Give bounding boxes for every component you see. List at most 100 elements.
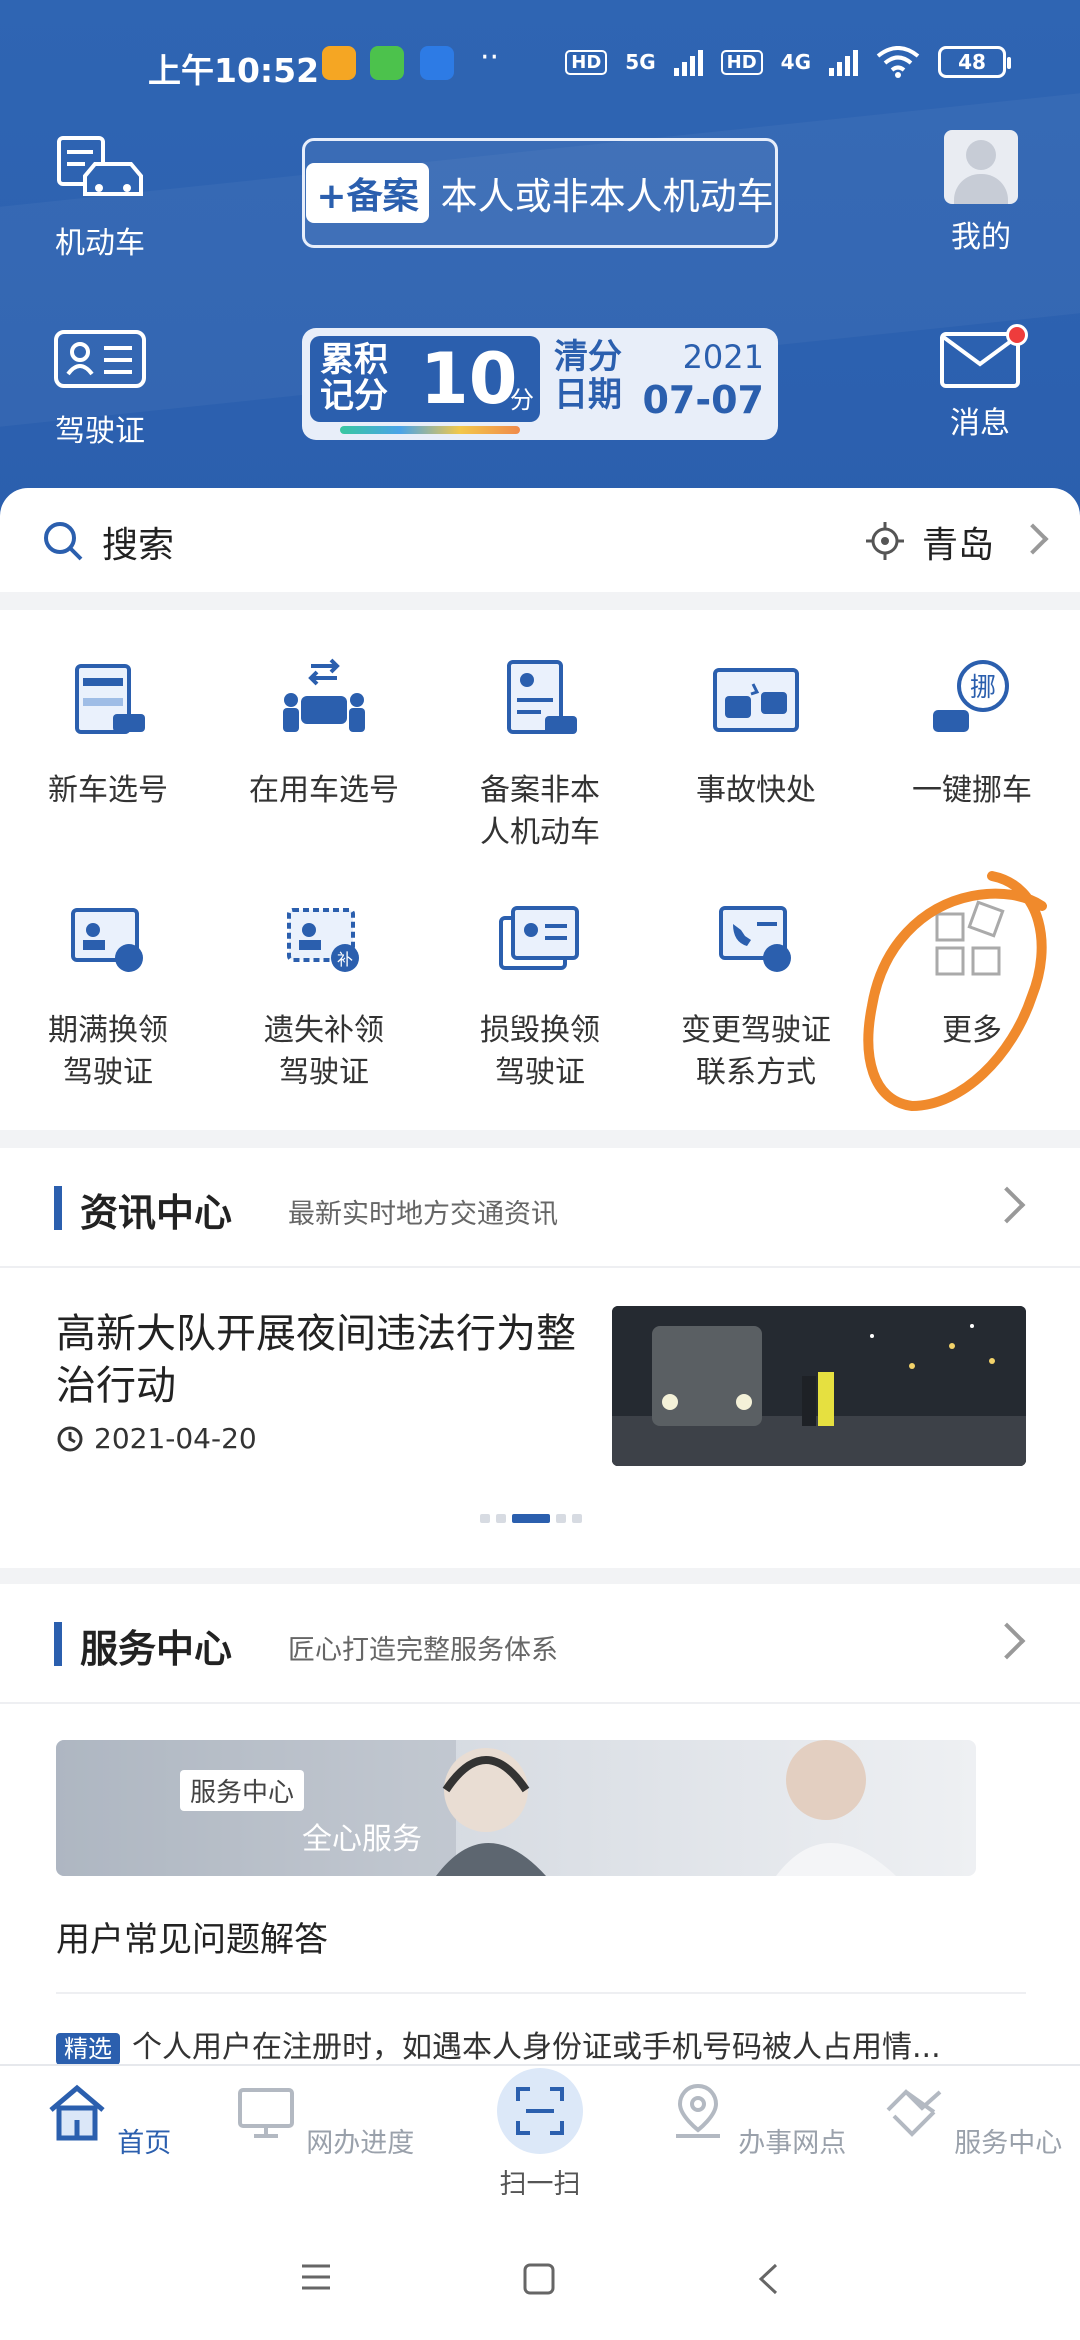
points-label: 累积记分 — [320, 340, 388, 416]
search-icon — [44, 522, 83, 561]
search-bar[interactable]: 搜索 青岛 — [0, 488, 1080, 592]
license-plate-icon — [75, 664, 145, 734]
menu-icon[interactable] — [298, 2262, 334, 2292]
carousel-dot-active — [512, 1514, 550, 1523]
night-traffic-photo — [612, 1306, 1026, 1466]
tab-locations[interactable]: 办事网点 — [648, 2080, 864, 2160]
carousel-dot — [480, 1514, 490, 1523]
city-selector[interactable]: 青岛 — [922, 516, 994, 568]
tab-home[interactable]: 首页 — [0, 2080, 216, 2160]
system-nav-bar — [0, 2212, 1080, 2340]
service-register-vehicle[interactable]: 备案非本 人机动车 — [432, 656, 648, 854]
register-tag: +备案 — [306, 163, 429, 223]
back-icon[interactable] — [756, 2262, 780, 2296]
service-label: 期满换领 驾驶证 — [48, 1013, 168, 1090]
search-label: 搜索 — [102, 525, 175, 566]
status-time: 上午10:52 — [148, 51, 320, 90]
license-button[interactable]: 驾驶证 — [40, 328, 160, 450]
clear-date: 07-07 — [642, 378, 764, 422]
divider — [56, 1992, 1026, 1994]
signal-icon — [673, 48, 703, 76]
tab-label: 网办进度 — [306, 2128, 415, 2159]
banner-tag: 服务中心 — [180, 1770, 305, 1811]
chevron-right-icon — [988, 1186, 1026, 1224]
vehicle-icon — [57, 136, 143, 196]
location-pin-icon — [675, 2083, 720, 2138]
service-replace-damaged-license[interactable]: 损毁换领 驾驶证 — [432, 896, 648, 1094]
tab-label: 首页 — [117, 2128, 172, 2159]
clock-icon — [57, 1426, 83, 1451]
wechat-app-icon — [370, 46, 404, 80]
svg-text:补: 补 — [337, 950, 353, 969]
message-icon-wrap — [938, 324, 1028, 390]
hd-badge: HD — [565, 49, 608, 75]
service-center-subtitle: 匠心打造完整服务体系 — [288, 1635, 558, 1666]
battery-indicator: 48 — [938, 46, 1011, 78]
scan-icon — [516, 2087, 564, 2135]
service-change-contact[interactable]: 变更驾驶证 联系方式 — [648, 896, 864, 1094]
points-value: 10 — [420, 338, 518, 420]
carousel-dot — [556, 1514, 566, 1523]
banner-text: 全心服务 — [302, 1822, 422, 1857]
service-renew-license[interactable]: 期满换领 驾驶证 — [0, 896, 216, 1094]
service-label: 一键挪车 — [912, 773, 1032, 808]
faq-item[interactable]: 精选 个人用户在注册时，如遇本人身份证或手机号码被人占用情... — [56, 2022, 1026, 2066]
service-new-car-plate[interactable]: 新车选号 — [0, 656, 216, 812]
svg-text:挪: 挪 — [970, 673, 996, 703]
change-contact-icon — [719, 906, 791, 972]
annotation-circle — [863, 871, 1047, 1112]
car-transfer-icon — [283, 658, 365, 732]
service-move-car[interactable]: 挪 一键挪车 — [864, 656, 1080, 812]
license-label: 驾驶证 — [55, 414, 145, 449]
service-label: 事故快处 — [696, 773, 816, 808]
tab-label: 服务中心 — [954, 2128, 1063, 2159]
clear-date-label: 清分日期 — [554, 337, 622, 415]
signal-icon — [829, 48, 858, 76]
alipay-app-icon — [420, 46, 454, 80]
message-button[interactable]: 消息 — [930, 324, 1030, 442]
tab-scan[interactable]: 扫一扫 — [432, 2068, 648, 2201]
service-label: 变更驾驶证 联系方式 — [681, 1013, 831, 1090]
wifi-icon — [876, 46, 920, 78]
home-icon — [49, 2084, 105, 2141]
tab-service-center[interactable]: 服务中心 — [864, 2080, 1080, 2160]
service-used-car-plate[interactable]: 在用车选号 — [216, 656, 432, 812]
register-vehicle-card[interactable]: +备案 本人或非本人机动车 — [302, 138, 778, 248]
news-item-title[interactable]: 高新大队开展夜间违法行为整治行动 — [56, 1308, 606, 1412]
service-label: 在用车选号 — [249, 773, 399, 808]
clear-year: 2021 — [682, 338, 764, 376]
service-reissue-license[interactable]: 补 遗失补领 驾驶证 — [216, 896, 432, 1094]
service-center-title: 服务中心 — [80, 1627, 233, 1671]
points-card[interactable]: 累积记分 10 分 清分日期 2021 07-07 — [302, 328, 778, 440]
faq-title[interactable]: 用户常见问题解答 — [56, 1912, 328, 1961]
location-target-icon — [866, 522, 904, 560]
chevron-right-icon — [1017, 523, 1049, 555]
service-center-header[interactable]: 服务中心 匠心打造完整服务体系 — [0, 1584, 1080, 1704]
network-label: 4G — [780, 50, 811, 74]
section-marker — [54, 1622, 62, 1666]
carousel-indicator — [480, 1514, 582, 1523]
service-label: 遗失补领 驾驶证 — [264, 1013, 384, 1090]
faq-item-text: 个人用户在注册时，如遇本人身份证或手机号码被人占用情... — [132, 2030, 941, 2065]
chevron-right-icon — [988, 1622, 1026, 1660]
profile-button[interactable]: 我的 — [936, 130, 1026, 256]
vehicle-label: 机动车 — [55, 226, 145, 261]
header-panel: 上午10:52 ·· HD 5G HD 4G 48 机动车 +备案 本人或非本人… — [0, 0, 1080, 520]
points-box: 累积记分 10 分 — [310, 336, 540, 422]
unread-dot — [1006, 324, 1028, 346]
scan-button-bg — [497, 2068, 583, 2154]
home-button-icon[interactable] — [522, 2262, 556, 2296]
status-bar: 上午10:52 ·· HD 5G HD 4G 48 — [0, 36, 1080, 92]
monitor-icon — [237, 2088, 294, 2138]
damaged-license-icon — [499, 906, 579, 970]
renew-license-icon — [71, 908, 143, 972]
service-accident[interactable]: 事故快处 — [648, 656, 864, 812]
news-header[interactable]: 资讯中心 最新实时地方交通资讯 — [0, 1148, 1080, 1268]
service-banner[interactable]: 服务中心 全心服务 — [56, 1740, 976, 1876]
vehicle-button[interactable]: 机动车 — [40, 132, 160, 262]
hd-badge: HD — [720, 49, 763, 75]
news-item-image[interactable] — [612, 1306, 1026, 1466]
tab-progress[interactable]: 网办进度 — [216, 2080, 432, 2160]
service-label: 损毁换领 驾驶证 — [480, 1013, 600, 1090]
status-indicators: HD 5G HD 4G 48 — [565, 46, 1011, 78]
